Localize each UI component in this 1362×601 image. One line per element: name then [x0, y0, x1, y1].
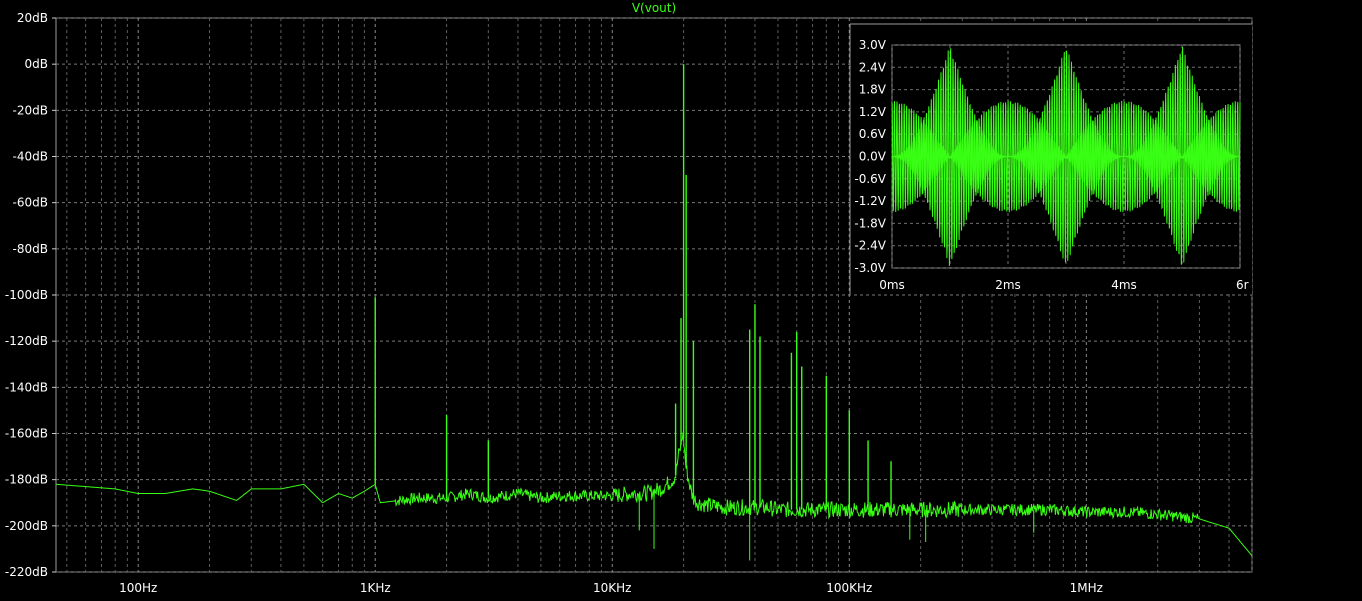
inset-y-tick-label: 0.0V — [859, 150, 887, 164]
inset-y-tick-label: 0.6V — [859, 127, 887, 141]
y-tick-label: -60dB — [13, 196, 48, 210]
inset-y-tick-label: 1.8V — [859, 83, 887, 97]
y-tick-label: -120dB — [5, 334, 48, 348]
y-tick-label: -140dB — [5, 380, 48, 394]
inset-y-tick-label: 2.4V — [859, 60, 887, 74]
inset-y-tick-label: -2.4V — [854, 239, 886, 253]
y-tick-label: -100dB — [5, 288, 48, 302]
main-x-tick-labels: 100Hz 1KHz 10KHz 100KHz 1MHz — [119, 581, 1103, 595]
y-tick-label: -80dB — [13, 242, 48, 256]
y-tick-label: -40dB — [13, 150, 48, 164]
y-tick-label: -220dB — [5, 565, 48, 579]
main-y-tick-labels: 20dB 0dB -20dB -40dB -60dB -80dB -100dB -120dB -… — [5, 11, 56, 579]
chart-title: V(vout) — [632, 1, 676, 15]
inset-y-tick-label: -0.6V — [854, 172, 886, 186]
inset-y-tick-label: -1.2V — [854, 194, 886, 208]
inset-y-tick-labels: 3.0V 2.4V 1.8V 1.2V 0.6V 0.0V -0.6V -1.2V -1.8V -… — [854, 38, 886, 275]
x-tick-label: 100KHz — [826, 581, 872, 595]
y-tick-label: -20dB — [13, 103, 48, 117]
inset-y-tick-label: -3.0V — [854, 261, 886, 275]
spectrum-chart: 20dB 0dB -20dB -40dB -60dB -80dB -100dB -120dB -… — [5, 1, 1253, 595]
y-tick-label: -160dB — [5, 427, 48, 441]
inset-y-tick-label: 1.2V — [859, 105, 887, 119]
x-tick-label: 1KHz — [360, 581, 391, 595]
inset-x-tick-label: 0ms — [879, 278, 905, 292]
y-tick-label: 20dB — [17, 11, 48, 25]
inset-x-tick-label: 4ms — [1111, 278, 1137, 292]
x-tick-label: 1MHz — [1070, 581, 1103, 595]
inset-y-tick-label: 3.0V — [859, 38, 887, 52]
y-tick-label: 0dB — [25, 57, 48, 71]
y-tick-label: -180dB — [5, 473, 48, 487]
x-tick-label: 100Hz — [119, 581, 157, 595]
inset-x-tick-label: 6r — [1236, 278, 1249, 292]
inset-x-tick-label: 2ms — [995, 278, 1021, 292]
inset-time-domain-chart: 3.0V 2.4V 1.8V 1.2V 0.6V 0.0V -0.6V -1.2V -1.8V -… — [849, 23, 1252, 294]
y-tick-label: -200dB — [5, 519, 48, 533]
x-tick-label: 10KHz — [593, 581, 631, 595]
inset-y-tick-label: -1.8V — [854, 216, 886, 230]
